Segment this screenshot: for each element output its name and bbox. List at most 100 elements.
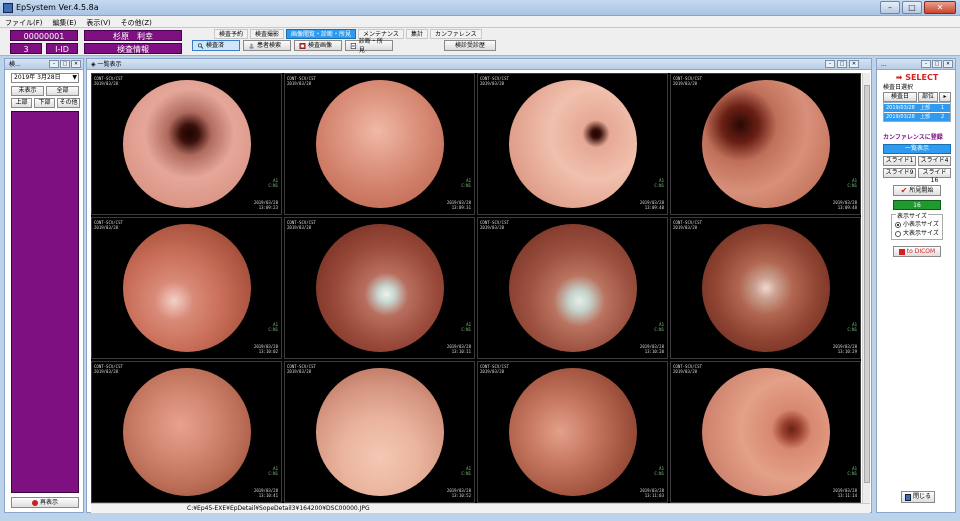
image-thumbnail[interactable]: CONT-SCV/CST 2019/03/28 A1 C:N1 2019/03/28… (284, 73, 475, 215)
left-panel-minimize[interactable]: – (49, 60, 59, 68)
image-thumbnail[interactable]: CONT-SCV/CST 2019/03/28 A1 C:N1 2019/03/28… (91, 361, 282, 503)
dicom-icon (898, 248, 905, 255)
redisplay-label: 再表示 (39, 498, 58, 506)
image-thumbnail[interactable]: CONT-SCV/CST 2019/03/28 A1 C:N1 2019/03/28… (284, 217, 475, 359)
right-panel-minimize[interactable]: – (921, 60, 931, 68)
upper-button[interactable]: 上部 (11, 98, 32, 108)
redisplay-button[interactable]: 再表示 (11, 497, 79, 508)
image-thumbnail[interactable]: CONT-SCV/CST 2019/03/28 A1 C:N1 2019/03/28… (284, 361, 475, 503)
image-meta-top: CONT-SCV/CST 2019/03/28 (287, 364, 316, 374)
exam-date-list[interactable]: 2019/03/28 上部 1 2019/03/28 上部 2 (883, 102, 951, 122)
tab-exam-reservation[interactable]: 検査予約 (214, 29, 249, 39)
all-button[interactable]: 全部 (46, 86, 79, 96)
endoscopy-image (701, 224, 830, 352)
image-timestamp: 2019/03/28 13:09:23 (253, 200, 278, 210)
menu-other[interactable]: その他(Z) (116, 16, 157, 27)
mode-tabs: 検査予約 検査撮影 画像閲覧・診断・所見 メンテナンス 集計 カンファレンス (214, 29, 482, 39)
minimize-button[interactable]: – (880, 1, 900, 14)
image-meta-top: CONT-SCV/CST 2019/03/28 (94, 220, 123, 230)
menu-edit[interactable]: 編集(E) (48, 16, 82, 27)
list-display-button[interactable]: 一覧表示 (883, 144, 951, 154)
right-panel-maximize[interactable]: □ (932, 60, 942, 68)
image-thumbnail[interactable]: CONT-SCV/CST 2019/03/28 A1 C:N1 2019/03/28… (91, 73, 282, 215)
image-meta-mid: A1 C:N1 (461, 466, 471, 476)
image-thumbnail[interactable]: CONT-SCV/CST 2019/03/28 A1 C:N1 2019/03/28… (477, 361, 668, 503)
arrow-icon: ➡ (895, 73, 906, 82)
left-panel-maximize[interactable]: □ (60, 60, 70, 68)
tab-image-view[interactable]: 画像閲覧・診断・所見 (286, 29, 357, 39)
endoscopy-image (508, 368, 637, 496)
list-item[interactable]: 2019/03/28 上部 2 (884, 113, 950, 121)
status-bar: C:¥Ep45-EXE¥EpDetail¥SopeDetail3¥164200¥… (91, 503, 870, 513)
patient-seq: 3 (10, 43, 42, 54)
image-timestamp: 2019/03/28 13:10:52 (446, 488, 471, 498)
exam-image-button[interactable]: 検査画像 (294, 40, 342, 51)
not-displayed-button[interactable]: 未表示 (11, 86, 44, 96)
diagnosis-button[interactable]: 診断・所見 (345, 38, 393, 54)
to-dicom-button[interactable]: to DICOM (893, 246, 941, 257)
center-panel-maximize[interactable]: □ (837, 60, 847, 68)
date-picker[interactable]: 2019年 3月28日 ▼ (11, 73, 79, 83)
slide4-button[interactable]: スライド4 (918, 156, 951, 166)
close-panel-button[interactable]: 閉じる (901, 491, 935, 503)
image-thumbnail[interactable]: CONT-SCV/CST 2019/03/28 A1 C:N1 2019/03/28… (670, 217, 861, 359)
other-button[interactable]: その他 (57, 98, 80, 108)
center-panel-title: ◈ 一覧表示 (87, 59, 871, 70)
maximize-button[interactable]: □ (902, 1, 922, 14)
tab-statistics[interactable]: 集計 (405, 29, 428, 39)
window-title: EpSystem Ver.4.5.8a (16, 3, 99, 12)
exam-list[interactable] (11, 111, 79, 493)
image-meta-top: CONT-SCV/CST 2019/03/28 (480, 364, 509, 374)
slide9-button[interactable]: スライド9 (883, 168, 916, 178)
image-meta-mid: A1 C:N1 (847, 466, 857, 476)
examined-button[interactable]: 検査済 (192, 40, 240, 51)
scrollbar-thumb[interactable] (864, 85, 870, 483)
image-meta-top: CONT-SCV/CST 2019/03/28 (480, 220, 509, 230)
endoscopy-image (508, 80, 637, 208)
conference-register-label: カンファレンスに登録 (883, 134, 943, 141)
lower-button[interactable]: 下部 (34, 98, 55, 108)
endoscopy-image (315, 80, 444, 208)
image-meta-mid: A1 C:N1 (268, 178, 278, 188)
size-large-radio[interactable] (895, 231, 901, 237)
right-panel-close[interactable]: ✕ (943, 60, 953, 68)
status-file-path: C:¥Ep45-EXE¥EpDetail¥SopeDetail3¥164200¥… (187, 505, 370, 512)
center-panel-close[interactable]: ✕ (849, 60, 859, 68)
right-panel: ... – □ ✕ ➡ SELECT 検査日選択 検査日 部位 ▸ 2019/0… (876, 58, 956, 513)
center-panel-minimize[interactable]: – (825, 60, 835, 68)
close-button[interactable]: ✕ (924, 1, 956, 14)
checkup-history-button[interactable]: 検診受診歴 (444, 40, 496, 51)
select-header[interactable]: ➡ SELECT (881, 73, 953, 83)
list-item[interactable]: 2019/03/28 上部 1 (884, 104, 950, 112)
image-icon (299, 42, 306, 49)
site-column[interactable]: 部位 (918, 92, 938, 102)
slide16-button[interactable]: スライド16 (918, 168, 951, 184)
image-thumbnail[interactable]: CONT-SCV/CST 2019/03/28 A1 C:N1 2019/03/28… (477, 217, 668, 359)
image-thumbnail[interactable]: CONT-SCV/CST 2019/03/28 A1 C:N1 2019/03/28… (91, 217, 282, 359)
menu-file[interactable]: ファイル(F) (0, 16, 48, 27)
slide1-button[interactable]: スライド1 (883, 156, 916, 166)
tab-exam-capture[interactable]: 検査撮影 (250, 29, 285, 39)
image-grid-scrollbar[interactable] (862, 73, 870, 503)
exam-info-label: 検査情報 (84, 43, 182, 54)
tab-conference[interactable]: カンファレンス (429, 29, 482, 39)
report-start-button[interactable]: ✔ 所見開始 (893, 185, 941, 196)
image-meta-mid: A1 C:N1 (847, 178, 857, 188)
check-icon: ✔ (900, 185, 908, 195)
image-thumbnail[interactable]: CONT-SCV/CST 2019/03/28 A1 C:N1 2019/03/28… (670, 361, 861, 503)
image-meta-mid: A1 C:N1 (268, 466, 278, 476)
menu-view[interactable]: 表示(V) (81, 16, 115, 27)
image-meta-top: CONT-SCV/CST 2019/03/28 (673, 76, 702, 86)
patient-search-button[interactable]: 患者検索 (243, 40, 291, 51)
size-small-radio[interactable] (895, 222, 901, 228)
display-size-group: 表示サイズ 小表示サイズ 大表示サイズ (891, 213, 943, 240)
exam-date-label: 検査日選択 (883, 84, 914, 91)
date-value: 2019年 3月28日 (14, 74, 61, 81)
image-thumbnail[interactable]: CONT-SCV/CST 2019/03/28 A1 C:N1 2019/03/28… (670, 73, 861, 215)
exam-date-column[interactable]: 検査日 (883, 92, 917, 102)
endoscopy-image (701, 368, 830, 496)
extra-column[interactable]: ▸ (939, 92, 951, 102)
left-panel-close[interactable]: ✕ (71, 60, 81, 68)
image-timestamp: 2019/03/28 13:09:31 (446, 200, 471, 210)
image-thumbnail[interactable]: CONT-SCV/CST 2019/03/28 A1 C:N1 2019/03/28… (477, 73, 668, 215)
